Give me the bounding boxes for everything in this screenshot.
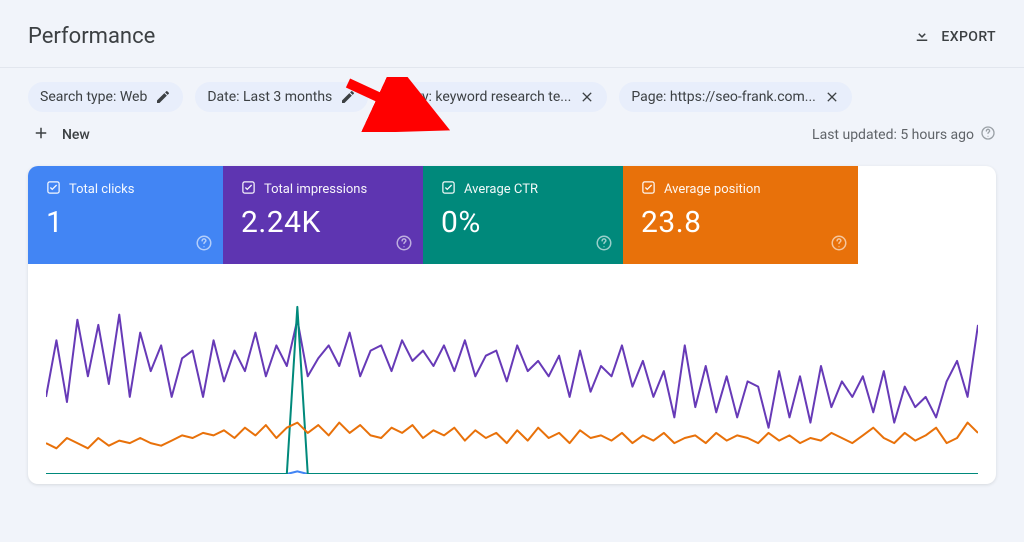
chart (28, 264, 996, 484)
help-icon[interactable] (195, 234, 213, 256)
filter-chip-page[interactable]: Page: https://seo-frank.com... (619, 82, 852, 112)
chart-series-impressions (46, 315, 978, 428)
filter-chip-query[interactable]: Query: keyword research te... (380, 82, 607, 112)
chart-series-position (46, 423, 978, 449)
help-icon[interactable] (980, 125, 996, 145)
metric-label: Total clicks (69, 182, 134, 197)
performance-card: Total clicks 1 Total impressions 2.24K (28, 166, 996, 484)
metric-value: 2.24K (241, 205, 405, 240)
metric-ctr[interactable]: Average CTR 0% (423, 166, 623, 264)
export-button[interactable]: EXPORT (913, 26, 996, 48)
close-icon[interactable] (579, 89, 595, 105)
metric-label: Average CTR (464, 182, 538, 197)
new-label: New (62, 127, 90, 143)
help-icon[interactable] (830, 234, 848, 256)
plus-icon (32, 124, 50, 146)
metric-label: Total impressions (264, 182, 367, 197)
help-icon[interactable] (395, 234, 413, 256)
checkbox-checked-icon (441, 180, 456, 199)
metric-impressions[interactable]: Total impressions 2.24K (223, 166, 423, 264)
metric-label: Average position (664, 182, 761, 197)
metric-value: 23.8 (641, 205, 840, 240)
pencil-icon (340, 89, 356, 105)
metric-position[interactable]: Average position 23.8 (623, 166, 858, 264)
filter-bar: Search type: Web Date: Last 3 months Que… (0, 68, 1024, 120)
page-title: Performance (28, 24, 155, 49)
chip-label: Page: https://seo-frank.com... (631, 89, 816, 105)
filter-chip-search-type[interactable]: Search type: Web (28, 82, 183, 112)
metric-value: 1 (46, 205, 205, 240)
checkbox-checked-icon (46, 180, 61, 199)
metric-clicks[interactable]: Total clicks 1 (28, 166, 223, 264)
help-icon[interactable] (595, 234, 613, 256)
checkbox-checked-icon (241, 180, 256, 199)
add-filter-button[interactable]: New (32, 124, 90, 146)
last-updated-text: Last updated: 5 hours ago (812, 127, 974, 143)
chip-label: Date: Last 3 months (207, 89, 332, 105)
metric-value: 0% (441, 205, 605, 240)
chip-label: Query: keyword research te... (392, 89, 571, 105)
close-icon[interactable] (824, 89, 840, 105)
last-updated: Last updated: 5 hours ago (812, 125, 996, 145)
export-label: EXPORT (941, 29, 996, 45)
pencil-icon (155, 89, 171, 105)
filter-chip-date[interactable]: Date: Last 3 months (195, 82, 368, 112)
checkbox-checked-icon (641, 180, 656, 199)
download-icon (913, 26, 931, 48)
chip-label: Search type: Web (40, 89, 147, 105)
metrics-row: Total clicks 1 Total impressions 2.24K (28, 166, 996, 264)
